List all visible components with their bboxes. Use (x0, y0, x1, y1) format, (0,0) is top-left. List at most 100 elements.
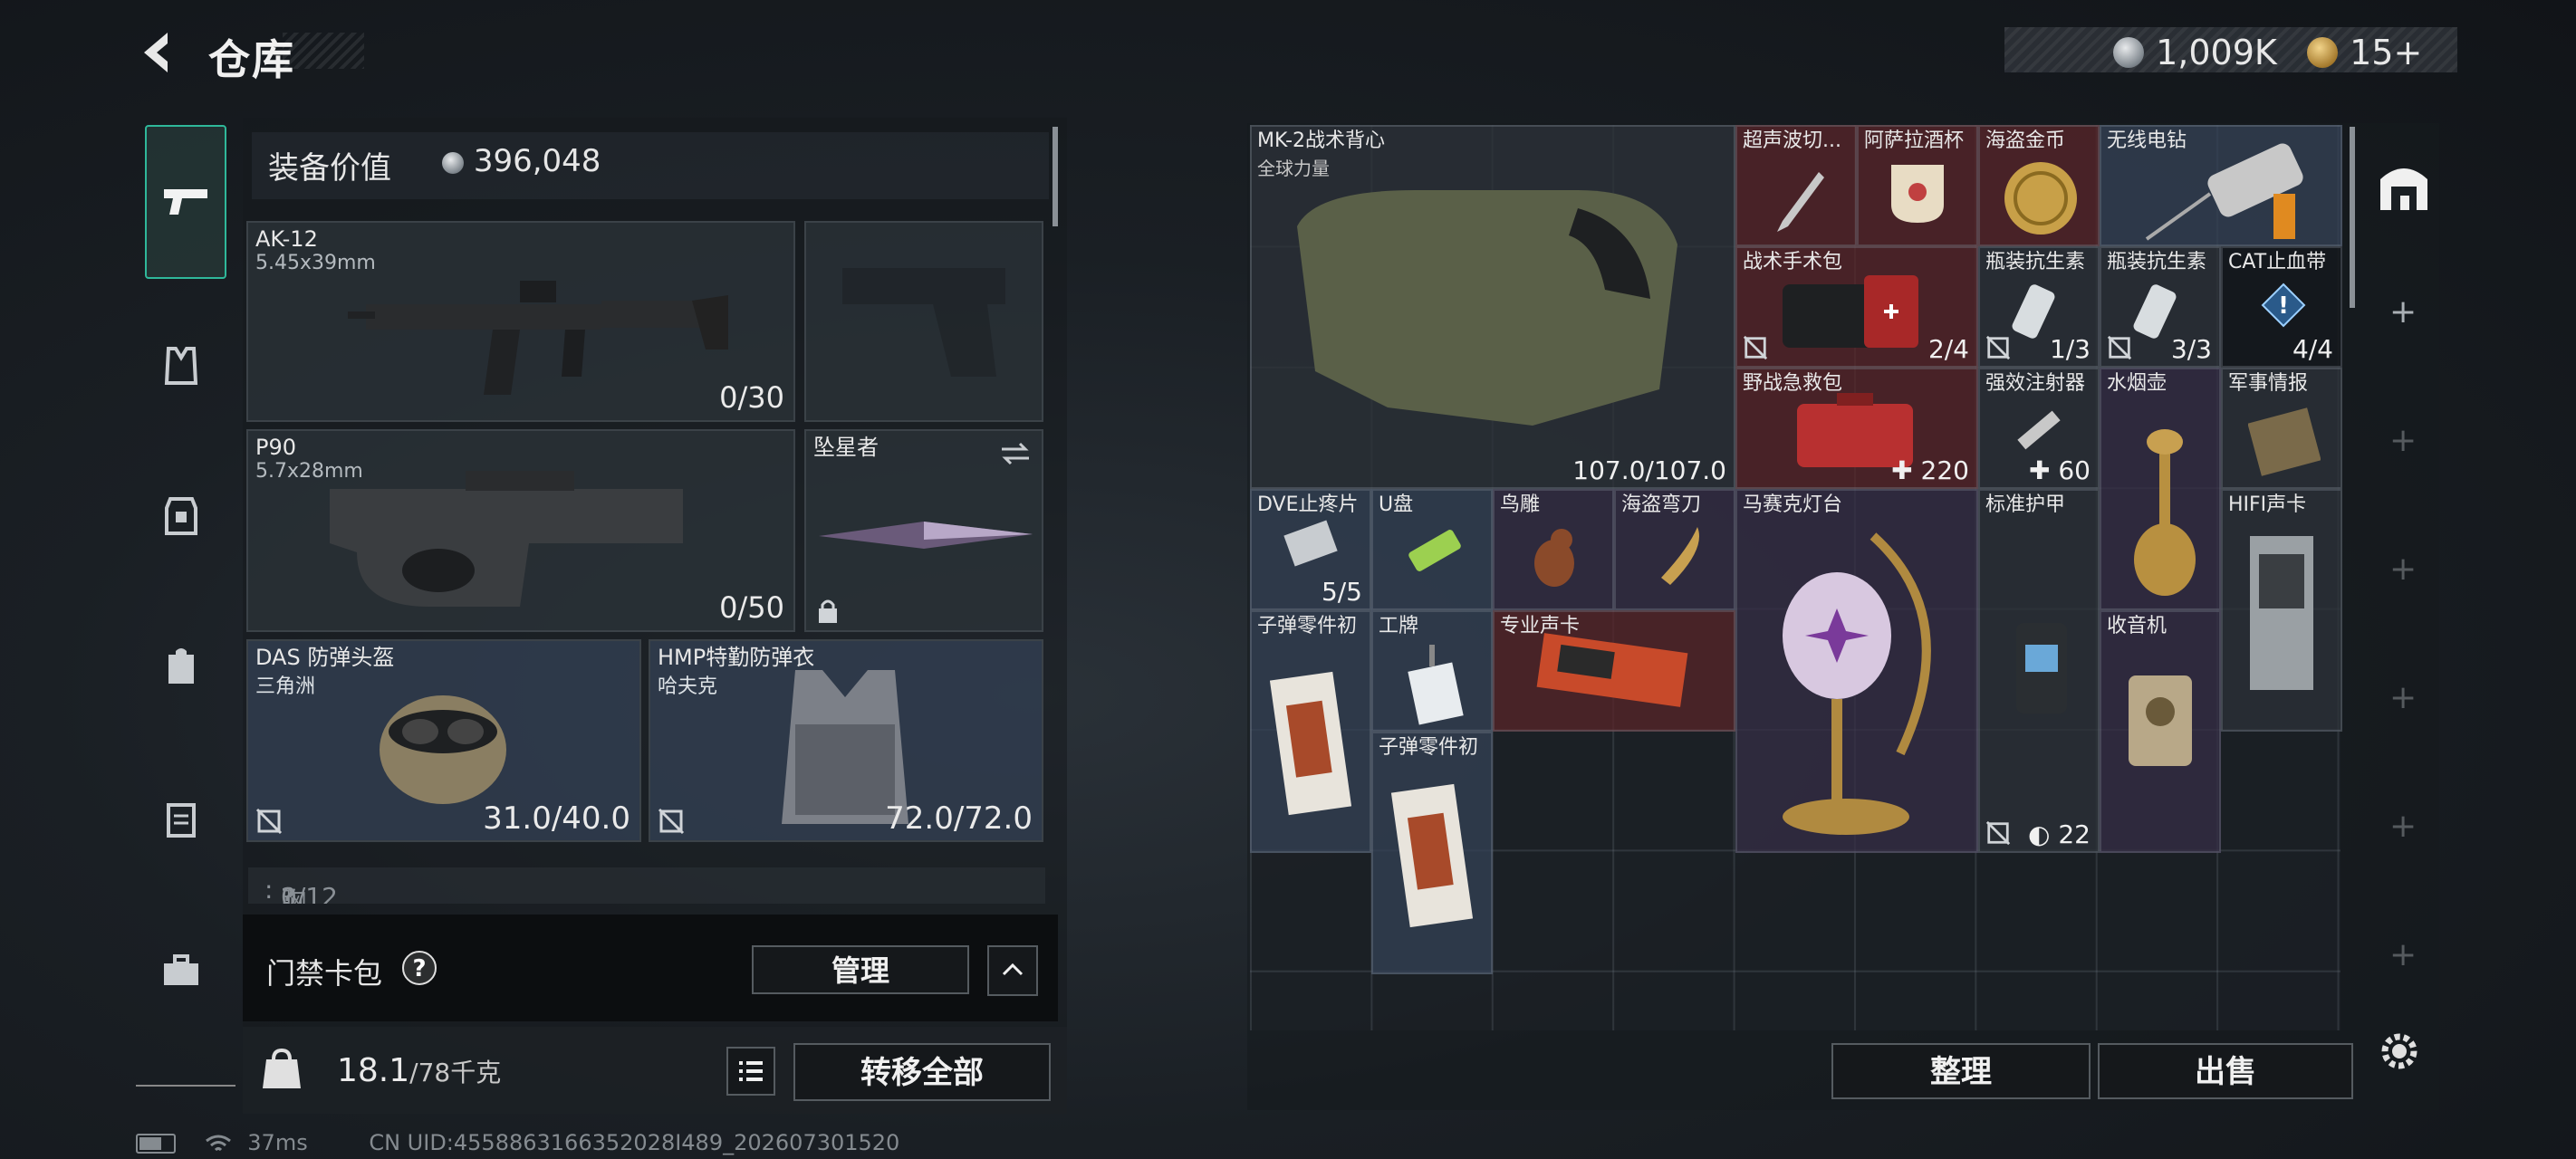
storage-item[interactable]: 战术手术包 2/4 (1735, 246, 1978, 368)
status-bar: 37ms CN UID:4558863166352028I489_2026073… (136, 1130, 899, 1155)
storage-item[interactable]: 子弹零件初 (1250, 610, 1371, 853)
drill-icon (2145, 143, 2303, 241)
armor-durability: 72.0/72.0 (885, 800, 1033, 837)
storage-item[interactable]: HIFI声卡 (2221, 489, 2342, 732)
add-storage-tab-icon[interactable]: + (2389, 293, 2417, 330)
ammo-box-icon (1391, 783, 1473, 928)
currency-bar: 1,009K 15+ (2004, 27, 2457, 72)
gold-coin-item-icon (2004, 162, 2077, 235)
p90-smg-icon (330, 471, 683, 607)
ak12-rifle-icon (348, 281, 728, 395)
helmet-name: DAS 防弹头盔 (255, 645, 395, 670)
nav-vest[interactable] (147, 331, 216, 400)
storage-tab-main[interactable] (2375, 156, 2433, 217)
storage-item[interactable]: CAT止血带 ! 4/4 (2221, 246, 2342, 368)
scalpel-icon (1777, 172, 1824, 232)
storage-grid: MK-2战术背心 全球力量 107.0/107.0 超声波切... 阿萨拉酒杯 … (1250, 125, 2342, 1030)
add-storage-tab-icon[interactable]: + (2389, 551, 2417, 588)
storage-item[interactable]: DVE止疼片 5/5 (1250, 489, 1371, 610)
no-insure-icon (2107, 335, 2132, 360)
transfer-all-button[interactable]: 转移全部 (793, 1043, 1051, 1101)
sound-card-red-icon (1536, 633, 1688, 707)
storage-scrollbar[interactable] (2350, 127, 2355, 308)
nav-weapons[interactable] (145, 125, 226, 279)
nav-armor[interactable] (147, 482, 216, 551)
chest-rig-slot[interactable]: 胸挂: 0/12 ? (248, 867, 1045, 904)
pill-bottle-icon (2012, 284, 2055, 339)
equipment-value: 装备价值 396,048 (252, 132, 1049, 199)
storage-item[interactable]: 鸟雕 (1493, 489, 1614, 610)
shield-icon: ◐ (2028, 819, 2059, 849)
equipment-value-amount: 396,048 (442, 143, 601, 179)
equipment-value-label: 装备价值 (268, 150, 391, 187)
toolbox-icon (164, 954, 198, 985)
pill-pack-icon (1283, 520, 1338, 567)
storage-item[interactable]: 阿萨拉酒杯 (1857, 125, 1978, 246)
melee-name: 坠星者 (813, 435, 879, 460)
hookah-icon (2134, 429, 2196, 596)
storage-item[interactable]: 军事情报 (2221, 368, 2342, 489)
add-storage-tab-icon[interactable]: + (2389, 936, 2417, 973)
manage-button[interactable]: 管理 (752, 945, 969, 994)
helmet-durability: 31.0/40.0 (483, 800, 630, 837)
side-nav (136, 118, 235, 1087)
storage-item[interactable]: 瓶装抗生素 1/3 (1978, 246, 2100, 368)
usb-drive-icon (1408, 530, 1461, 571)
storage-item[interactable]: 收音机 (2100, 610, 2221, 853)
pill-bottle-icon (2133, 284, 2177, 339)
storage-item[interactable]: 专业声卡 (1493, 610, 1735, 732)
storage-item[interactable]: 标准护甲 ◐ 22 (1978, 489, 2100, 853)
storage-item[interactable]: 工牌 (1371, 610, 1493, 732)
melee-slot[interactable]: 坠星者 (804, 429, 1043, 632)
storage-item[interactable]: 海盗金币 (1978, 125, 2100, 246)
sort-button[interactable]: 整理 (1831, 1043, 2091, 1099)
storage-item[interactable]: U盘 (1371, 489, 1493, 610)
goblet-icon (1891, 165, 1944, 223)
pistol-slot[interactable] (804, 221, 1043, 422)
storage-item[interactable]: 海盗弯刀 (1614, 489, 1735, 610)
add-storage-tab-icon[interactable]: + (2389, 679, 2417, 716)
add-storage-tab-icon[interactable]: + (2389, 808, 2417, 845)
settings-button[interactable] (2375, 1027, 2424, 1076)
circuit-board-icon (2248, 407, 2321, 476)
storage-item[interactable]: 野战急救包 ✚ 220 (1735, 368, 1978, 489)
backpack-icon (168, 648, 194, 684)
back-arrow-icon (144, 33, 168, 72)
add-storage-tab-icon[interactable]: + (2389, 422, 2417, 459)
pistol-placeholder-icon (842, 268, 1005, 377)
secondary-weapon-slot[interactable]: P90 5.7x28mm 0/50 (246, 429, 795, 632)
plus-icon: ✚ (1891, 455, 1921, 485)
storage-item[interactable]: 瓶装抗生素 3/3 (2100, 246, 2221, 368)
storage-item[interactable]: 水烟壶 (2100, 368, 2221, 610)
nav-backpack[interactable] (147, 632, 216, 701)
nav-toolbox[interactable] (147, 936, 216, 1005)
storage-item[interactable]: 马赛克灯台 (1735, 489, 1978, 853)
storage-item[interactable]: 强效注射器 ✚ 60 (1978, 368, 2100, 489)
helmet-slot[interactable]: DAS 防弹头盔 三角洲 31.0/40.0 (246, 639, 641, 842)
storage-item[interactable]: MK-2战术背心 全球力量 107.0/107.0 (1250, 125, 1735, 489)
gold-amount: 15+ (2350, 33, 2423, 72)
storage-item[interactable]: 无线电钻 (2100, 125, 2342, 246)
nav-container[interactable] (147, 784, 216, 853)
list-icon (739, 1061, 763, 1081)
back-button[interactable] (131, 25, 186, 80)
list-view-button[interactable] (726, 1047, 775, 1096)
armor-slot[interactable]: HMP特勤防弹衣 哈夫克 72.0/72.0 (649, 639, 1043, 842)
title-decoration (283, 33, 364, 69)
equipment-scrollbar[interactable] (1053, 127, 1058, 226)
collapse-button[interactable] (987, 945, 1038, 996)
mosaic-lamp-icon (1783, 532, 1931, 835)
sell-button[interactable]: 出售 (2098, 1043, 2353, 1099)
secondary-weapon-ammo: 0/50 (719, 590, 784, 625)
help-icon[interactable]: ? (402, 951, 437, 985)
secondary-weapon-name: P90 (255, 435, 297, 460)
gold-coin-icon (2307, 37, 2338, 68)
tactical-vest-icon (1297, 190, 1677, 426)
uid-text: CN UID:4558863166352028I489_202607301520 (369, 1130, 900, 1155)
container-icon (167, 803, 196, 838)
swap-icon[interactable] (998, 440, 1033, 467)
storage-item[interactable]: 子弹零件初 (1371, 732, 1493, 974)
storage-item[interactable]: 超声波切... (1735, 125, 1857, 246)
no-insure-icon (658, 808, 685, 835)
primary-weapon-slot[interactable]: AK-12 5.45x39mm 0/30 (246, 221, 795, 422)
